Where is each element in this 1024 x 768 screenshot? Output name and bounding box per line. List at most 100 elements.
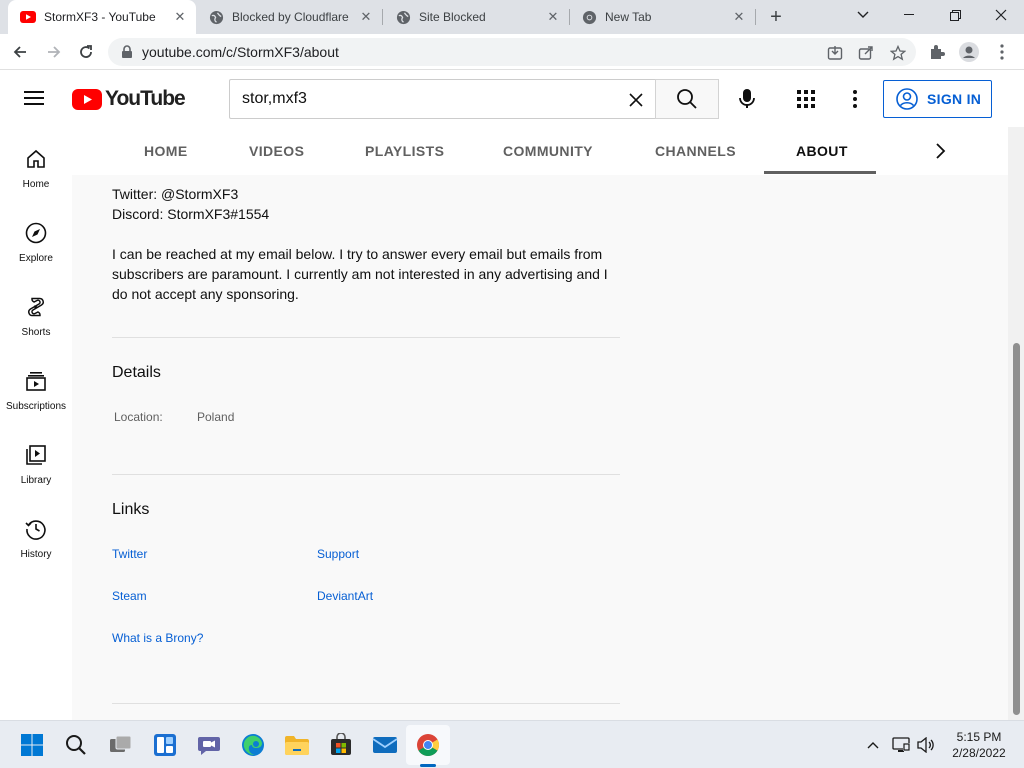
tab-site-blocked[interactable]: Site Blocked ✕ [383,0,569,34]
youtube-header: YouTube stor,mxf3 SIGN IN [0,71,1024,127]
description-line: Discord: StormXF3#1554 [112,206,270,222]
page-scrollbar[interactable] [1008,127,1024,720]
new-tab-button[interactable]: + [764,5,788,29]
guide-label: Explore [19,253,53,264]
library-icon [26,445,46,465]
guide-label: History [20,549,52,560]
search-icon [677,89,697,109]
microphone-icon[interactable] [735,87,759,111]
restore-icon[interactable] [932,0,978,30]
window-close-icon[interactable] [978,0,1024,30]
apps-grid-icon[interactable] [796,89,816,109]
share-icon[interactable] [857,44,875,62]
guide-item-library[interactable]: Library [0,423,72,493]
tab-new-tab[interactable]: New Tab ✕ [569,0,755,34]
guide-item-explore[interactable]: Explore [0,201,72,271]
windows-start-icon[interactable] [18,731,46,759]
clock-time: 5:15 PM [956,730,1002,744]
history-icon [25,520,46,540]
chevron-right-icon[interactable] [928,139,952,163]
tab-home[interactable]: HOME [144,127,188,175]
hamburger-menu-icon[interactable] [24,89,46,107]
taskbar-search-icon[interactable] [62,731,90,759]
description-line: I can be reached at my email below. I tr… [112,246,603,262]
guide-label: Home [22,179,50,190]
links-heading: Links [112,501,150,518]
volume-icon[interactable] [916,735,936,755]
description-line: do not accept any sponsoring. [112,286,299,302]
bookmark-star-icon[interactable] [889,44,907,62]
browser-tab-strip: StormXF3 - YouTube ✕ Blocked by Cloudfla… [0,0,1024,34]
youtube-favicon-icon [20,9,36,25]
address-bar[interactable]: youtube.com/c/StormXF3/about [108,38,916,66]
search-query-text: stor,mxf3 [242,90,307,107]
link-what-is-a-brony[interactable]: What is a Brony? [112,631,203,645]
search-button[interactable] [655,79,719,119]
shorts-icon [28,297,44,317]
guide-item-history[interactable]: History [0,497,72,567]
globe-icon [208,9,224,25]
teams-chat-icon[interactable] [195,731,223,759]
system-clock[interactable]: 5:15 PM 2/28/2022 [944,729,1014,761]
back-button[interactable] [6,38,34,66]
lock-icon [122,45,132,58]
active-app-indicator [420,764,436,767]
tab-community[interactable]: COMMUNITY [503,127,593,175]
close-icon[interactable]: ✕ [731,9,747,25]
tab-playlists[interactable]: PLAYLISTS [365,127,444,175]
profile-icon[interactable] [959,42,979,62]
arrow-left-icon [13,46,26,58]
reload-button[interactable] [72,38,100,66]
extensions-icon[interactable] [927,42,947,62]
install-icon[interactable] [826,44,844,62]
task-view-icon[interactable] [107,731,135,759]
location-value: Poland [197,410,235,424]
guide-item-subscriptions[interactable]: Subscriptions [0,349,72,419]
browser-toolbar: youtube.com/c/StormXF3/about [0,34,1024,70]
tab-cloudflare[interactable]: Blocked by Cloudflare ✕ [196,0,382,34]
widgets-icon[interactable] [151,731,179,759]
scrollbar-thumb[interactable] [1013,343,1020,715]
details-heading: Details [112,364,161,381]
tab-search-icon[interactable] [840,0,886,30]
minimize-icon[interactable] [886,0,932,30]
link-support[interactable]: Support [317,547,359,561]
youtube-logo[interactable]: YouTube [72,87,186,110]
active-tab-indicator [764,171,876,174]
close-icon[interactable]: ✕ [358,9,374,25]
sign-in-button[interactable]: SIGN IN [883,80,992,118]
tab-about[interactable]: ABOUT [796,127,848,175]
link-deviantart[interactable]: DeviantArt [317,589,373,603]
edge-browser-icon[interactable] [239,731,267,759]
close-icon[interactable]: ✕ [172,9,188,25]
windows-taskbar: 5:15 PM 2/28/2022 [0,720,1024,768]
arrow-right-icon [48,46,61,58]
link-steam[interactable]: Steam [112,589,147,603]
more-vertical-icon[interactable] [846,88,864,110]
tab-videos[interactable]: VIDEOS [249,127,304,175]
tab-channels[interactable]: CHANNELS [655,127,736,175]
link-twitter[interactable]: Twitter [112,547,147,561]
compass-icon [25,222,47,244]
description-line: subscribers are paramount. I currently a… [112,266,608,282]
chrome-taskbar-icon[interactable] [414,731,442,759]
close-icon[interactable]: ✕ [545,9,561,25]
file-explorer-icon[interactable] [283,731,311,759]
clear-search-icon[interactable] [626,90,646,110]
guide-item-shorts[interactable]: Shorts [0,275,72,345]
microsoft-store-icon[interactable] [327,731,355,759]
mail-icon[interactable] [371,731,399,759]
chrome-icon [581,9,597,25]
section-divider [112,474,620,475]
chevron-up-icon[interactable] [863,735,883,755]
url-text: youtube.com/c/StormXF3/about [142,44,339,60]
tab-youtube[interactable]: StormXF3 - YouTube ✕ [8,0,196,34]
reload-icon [80,45,92,58]
network-icon[interactable] [891,735,911,755]
search-input[interactable]: stor,mxf3 [229,79,656,119]
guide-label: Library [20,475,52,486]
forward-button[interactable] [40,38,68,66]
guide-item-home[interactable]: Home [0,127,72,197]
tab-title: Site Blocked [419,10,486,24]
chrome-menu-icon[interactable] [992,42,1012,62]
